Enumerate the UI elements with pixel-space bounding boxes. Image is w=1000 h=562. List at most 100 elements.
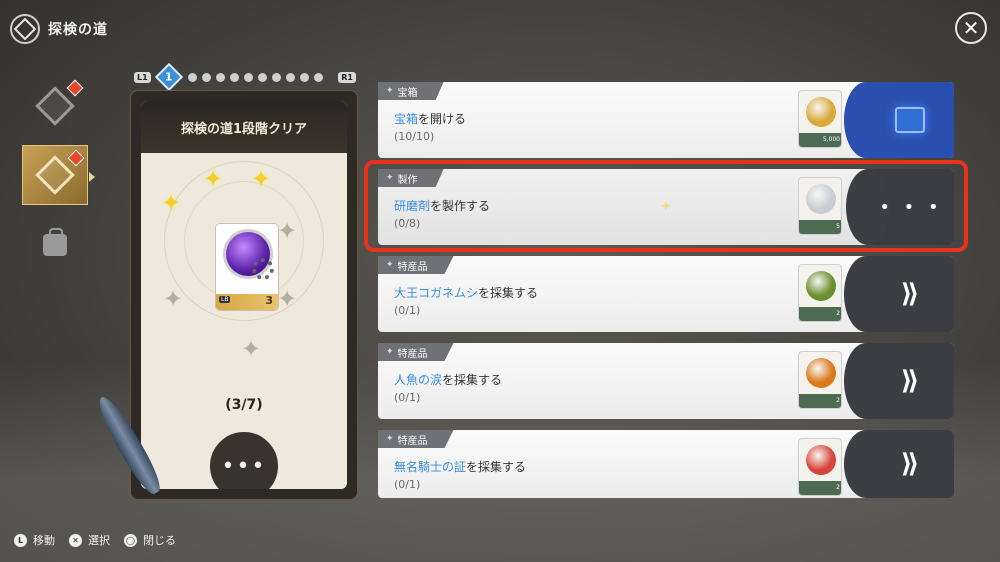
navigate-arrow-icon: ⟫	[900, 366, 920, 396]
reward-item-card[interactable]: LB 3	[215, 223, 279, 311]
task-title-verb: を採集する	[466, 460, 527, 474]
item-count: 2	[799, 481, 841, 495]
task-title-verb: を開ける	[418, 112, 467, 126]
pager-dot[interactable]	[299, 72, 309, 82]
task-category-label: 宝箱	[397, 87, 418, 99]
task-row[interactable]: ✦ 製作 研磨剤を製作する (0/8) 5 • • • ✦	[378, 169, 954, 245]
task-reward-item[interactable]: 5,000	[798, 90, 842, 148]
task-category-label: 特産品	[397, 348, 428, 360]
more-button[interactable]: • • •	[846, 169, 954, 245]
l1-button-hint[interactable]: L1	[134, 71, 151, 83]
pager-dot[interactable]	[257, 72, 267, 82]
task-row[interactable]: ✦ 特産品人魚の涙を採集する (0/1) 2 ⟫	[378, 343, 954, 419]
item-count: 2	[799, 307, 841, 321]
pager-current-stage[interactable]: 1	[154, 62, 183, 92]
task-progress: (0/8)	[394, 217, 421, 230]
item-icon	[806, 97, 836, 127]
emblem-icon	[10, 14, 40, 44]
task-title-target: 研磨剤	[394, 199, 431, 213]
task-category-tab: ✦ 特産品	[378, 256, 454, 274]
star-lit-icon: ✦	[203, 165, 224, 193]
compass-diamond-icon	[35, 86, 75, 126]
reward-tag: LB	[219, 296, 231, 303]
star-lit-icon: ✦	[161, 189, 182, 217]
gear-icon	[252, 258, 274, 280]
task-title-verb: を採集する	[442, 373, 503, 387]
task-title-verb: を製作する	[430, 199, 491, 213]
task-category-label: 特産品	[397, 261, 428, 273]
go-button[interactable]: ⟫	[844, 430, 954, 498]
stage-more-button[interactable]: •••	[207, 429, 281, 489]
pager-dot[interactable]	[229, 72, 239, 82]
active-tab-arrow-icon	[89, 172, 95, 182]
sparkle-icon: ✦	[660, 199, 672, 215]
navigate-arrow-icon: ⟫	[900, 279, 920, 309]
task-reward-item[interactable]: 2	[798, 351, 842, 409]
task-reward-item[interactable]: 5	[798, 177, 842, 235]
item-count: 2	[799, 394, 841, 408]
task-category-tab: ✦ 特産品	[378, 430, 454, 448]
page-header: 探検の道	[10, 12, 108, 46]
task-reward-item[interactable]: 2	[798, 264, 842, 322]
stage-card-inner: 探検の道1段階クリア ✦ ✦ ✦ ✦ ✦ ✦ ✦ LB 3 (3/7) •••	[141, 101, 347, 489]
go-button[interactable]: ⟫	[844, 256, 954, 332]
claim-button[interactable]	[844, 82, 954, 158]
l-stick-icon: L	[14, 533, 27, 547]
task-title: 人魚の涙を採集する	[394, 371, 502, 388]
task-title-target: 大王コガネムシ	[394, 286, 479, 300]
pager-dot[interactable]	[201, 72, 211, 82]
close-button[interactable]: ✕	[955, 12, 987, 44]
task-row[interactable]: ✦ 宝箱 宝箱を開ける (10/10) 5,000	[378, 82, 954, 158]
r1-button-hint[interactable]: R1	[338, 71, 356, 83]
pager-dot[interactable]	[271, 72, 281, 82]
travel-path-icon	[35, 155, 75, 195]
side-tab-bag[interactable]	[22, 222, 88, 268]
task-title: 大王コガネムシを採集する	[394, 284, 538, 301]
task-category-label: 特産品	[397, 435, 428, 447]
category-star-icon: ✦	[386, 347, 394, 357]
stage-progress: (3/7)	[225, 397, 263, 413]
stage-title: 探検の道1段階クリア	[180, 121, 308, 137]
page-title: 探検の道	[48, 22, 108, 38]
star-unlit-icon: ✦	[241, 335, 262, 363]
control-hints: L 移動 ✕ 選択 ◯ 閉じる	[14, 532, 190, 548]
pager-dot[interactable]	[285, 72, 295, 82]
pager-dot[interactable]	[313, 72, 323, 82]
stage-pager: L1 1 R1	[134, 62, 356, 92]
item-icon	[806, 445, 836, 475]
pager-dots	[183, 72, 323, 82]
category-star-icon: ✦	[386, 86, 394, 96]
task-title-verb: を採集する	[478, 286, 539, 300]
task-progress: (0/1)	[394, 304, 421, 317]
hint-move: L 移動	[14, 532, 55, 548]
task-title-target: 無名騎士の証	[394, 460, 467, 474]
task-title: 無名騎士の証を採集する	[394, 458, 526, 475]
task-progress: (0/1)	[394, 391, 421, 404]
item-icon	[806, 358, 836, 388]
task-row[interactable]: ✦ 特産品無名騎士の証を採集する (0/1) 2 ⟫	[378, 430, 954, 498]
task-progress: (0/1)	[394, 478, 421, 491]
pager-dot[interactable]	[187, 72, 197, 82]
hint-label: 移動	[33, 534, 55, 547]
task-reward-item[interactable]: 2	[798, 438, 842, 496]
item-icon	[806, 271, 836, 301]
bag-icon	[43, 228, 67, 256]
task-title-target: 人魚の涙	[394, 373, 443, 387]
go-button[interactable]: ⟫	[844, 343, 954, 419]
hint-select: ✕ 選択	[69, 532, 110, 548]
hint-label: 選択	[88, 534, 110, 547]
category-star-icon: ✦	[386, 173, 394, 183]
task-row[interactable]: ✦ 特産品大王コガネムシを採集する (0/1) 2 ⟫	[378, 256, 954, 332]
task-category-tab: ✦ 特産品	[378, 343, 454, 361]
pager-dot[interactable]	[243, 72, 253, 82]
pager-dot[interactable]	[215, 72, 225, 82]
task-category-tab: ✦ 宝箱	[378, 82, 444, 100]
task-title: 研磨剤を製作する	[394, 197, 490, 214]
item-count: 5	[799, 220, 841, 234]
side-tab-travel-path[interactable]	[22, 145, 88, 205]
stage-card: 探検の道1段階クリア ✦ ✦ ✦ ✦ ✦ ✦ ✦ LB 3 (3/7) •••	[130, 90, 358, 500]
notification-badge	[66, 79, 84, 97]
task-category-label: 製作	[397, 174, 418, 186]
side-tab-compass[interactable]	[22, 76, 88, 136]
hint-label: 閉じる	[143, 534, 176, 547]
